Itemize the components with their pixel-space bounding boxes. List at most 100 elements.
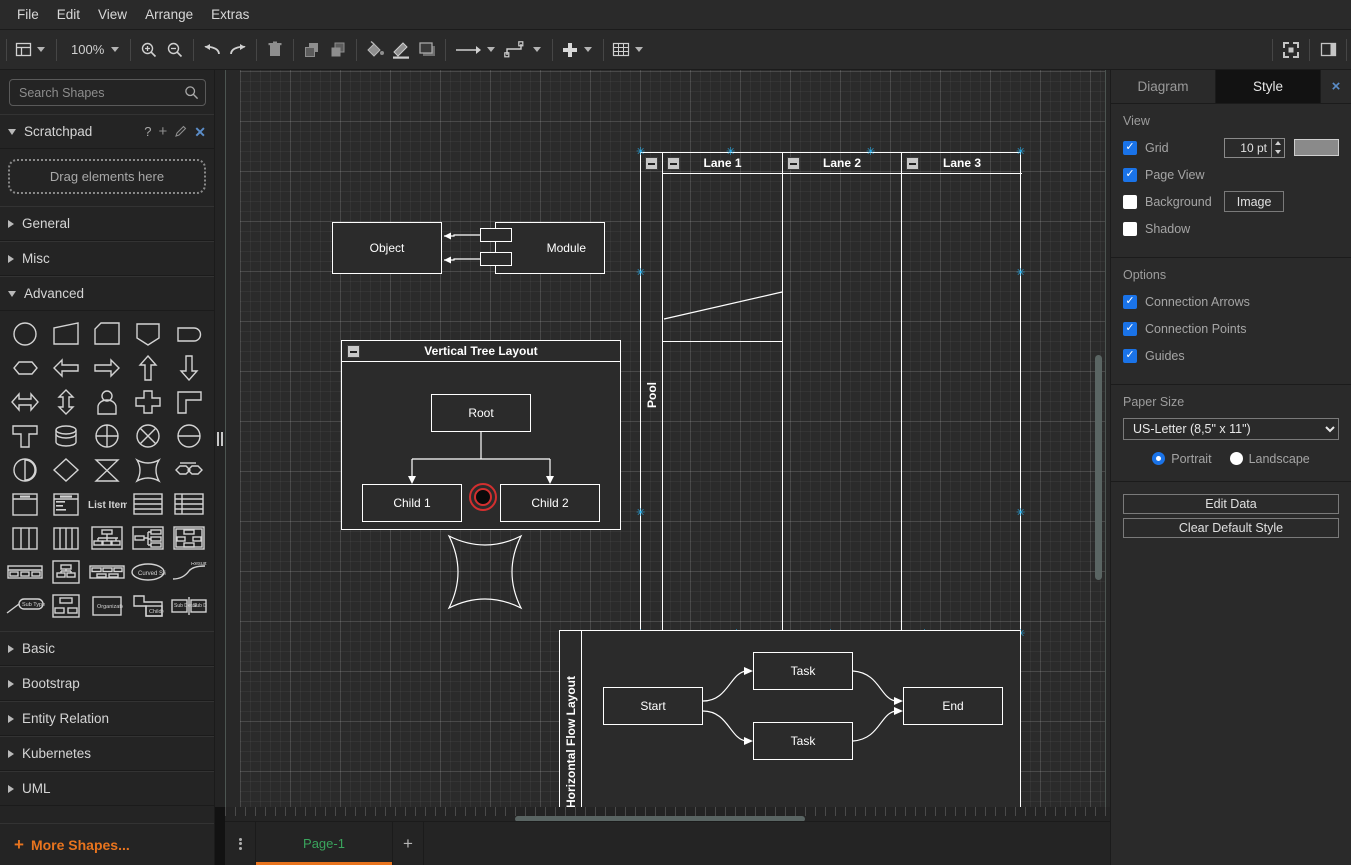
shape-circle-cross[interactable] bbox=[128, 419, 169, 453]
shape-columns-3[interactable] bbox=[4, 521, 45, 555]
checkbox-background[interactable] bbox=[1123, 195, 1137, 209]
container-pool[interactable]: Pool Lane 1 Lane 2 bbox=[640, 152, 1021, 637]
search-icon[interactable] bbox=[184, 85, 207, 100]
edit-data-button[interactable]: Edit Data bbox=[1123, 494, 1339, 514]
checkbox-page-view[interactable] bbox=[1123, 168, 1137, 182]
zoom-in-button[interactable] bbox=[136, 36, 162, 64]
connection-point[interactable]: ✳ bbox=[636, 148, 645, 157]
shape-tree-right[interactable] bbox=[128, 521, 169, 555]
table-button[interactable] bbox=[609, 36, 649, 64]
shape-vertical-tree[interactable] bbox=[45, 555, 86, 589]
pool-lane-3[interactable]: Lane 3 bbox=[902, 153, 1022, 636]
shape-arrow-horizontal[interactable] bbox=[4, 385, 45, 419]
shape-pentagon-down[interactable] bbox=[128, 317, 169, 351]
container-vertical-tree[interactable]: Vertical Tree Layout Root Child 1 Child … bbox=[341, 340, 621, 530]
fill-color-button[interactable] bbox=[362, 36, 388, 64]
sidebar-section-advanced[interactable]: Advanced bbox=[0, 276, 214, 311]
shape-actor[interactable] bbox=[86, 385, 127, 419]
shape-ellipse-label[interactable]: Curved Slice bbox=[128, 555, 169, 589]
paper-size-select[interactable]: US-Letter (8,5" x 11") bbox=[1123, 418, 1339, 440]
checkbox-grid[interactable] bbox=[1123, 141, 1137, 155]
shape-chain[interactable] bbox=[169, 453, 210, 487]
section-header-scratchpad[interactable]: Scratchpad ? + ✕ bbox=[0, 114, 214, 149]
shape-concave-star-canvas[interactable] bbox=[445, 532, 525, 612]
delete-button[interactable] bbox=[262, 36, 288, 64]
grid-size-input[interactable] bbox=[1224, 138, 1272, 158]
zoom-level-button[interactable]: 100% bbox=[62, 36, 125, 64]
shape-object[interactable]: Object bbox=[332, 222, 442, 274]
shape-rounded-right[interactable] bbox=[169, 317, 210, 351]
sidebar-section-kubernetes[interactable]: Kubernetes bbox=[0, 736, 214, 771]
lane-collapse-icon[interactable] bbox=[787, 157, 800, 170]
sidebar-section-bootstrap[interactable]: Bootstrap bbox=[0, 666, 214, 701]
to-front-button[interactable] bbox=[299, 36, 325, 64]
shape-hierarchy[interactable] bbox=[45, 589, 86, 623]
container-horizontal-flow[interactable]: Horizontal Flow Layout Start Task Task E… bbox=[559, 630, 1021, 807]
shape-side-by-side[interactable]: Sub DetailSub Detail bbox=[169, 589, 210, 623]
pool-lane-2[interactable]: Lane 2 bbox=[783, 153, 902, 636]
shape-concave-star[interactable] bbox=[128, 453, 169, 487]
close-icon[interactable]: × bbox=[1321, 70, 1351, 103]
checkbox-guides[interactable] bbox=[1123, 349, 1137, 363]
shape-table-grid[interactable] bbox=[169, 487, 210, 521]
shape-curve-label[interactable]: Result bbox=[169, 555, 210, 589]
shape-cylinder[interactable] bbox=[45, 419, 86, 453]
connection-point[interactable]: ✳ bbox=[1016, 509, 1025, 518]
shape-list-item[interactable]: List Item bbox=[86, 487, 127, 521]
tab-diagram[interactable]: Diagram bbox=[1111, 70, 1215, 103]
shape-window[interactable] bbox=[4, 487, 45, 521]
undo-button[interactable] bbox=[199, 36, 225, 64]
more-shapes-button[interactable]: + More Shapes... bbox=[0, 823, 214, 865]
checkbox-connection-arrows[interactable] bbox=[1123, 295, 1137, 309]
pool-lane-1[interactable]: Lane 1 bbox=[663, 153, 783, 636]
help-icon[interactable]: ? bbox=[144, 125, 151, 138]
connection-point[interactable]: ✳ bbox=[866, 148, 875, 157]
shape-cut-corner[interactable] bbox=[86, 317, 127, 351]
shape-arrow-down[interactable] bbox=[169, 351, 210, 385]
fullscreen-button[interactable] bbox=[1278, 36, 1304, 64]
line-color-button[interactable] bbox=[388, 36, 414, 64]
checkbox-connection-points[interactable] bbox=[1123, 322, 1137, 336]
grid-size-stepper[interactable] bbox=[1272, 138, 1285, 158]
close-icon[interactable]: ✕ bbox=[194, 125, 206, 139]
shape-table-row[interactable] bbox=[4, 555, 45, 589]
shape-circle-quartered[interactable] bbox=[86, 419, 127, 453]
sidebar-section-basic[interactable]: Basic bbox=[0, 631, 214, 666]
shape-circle[interactable] bbox=[4, 317, 45, 351]
grid-color-swatch[interactable] bbox=[1294, 139, 1339, 156]
sidebar-section-general[interactable]: General bbox=[0, 206, 214, 241]
shape-arrow-left[interactable] bbox=[45, 351, 86, 385]
connection-point[interactable]: ✳ bbox=[636, 269, 645, 278]
connection-point[interactable]: ✳ bbox=[636, 509, 645, 518]
menu-extras[interactable]: Extras bbox=[202, 3, 258, 26]
redo-button[interactable] bbox=[225, 36, 251, 64]
to-back-button[interactable] bbox=[325, 36, 351, 64]
shape-flow-layout[interactable] bbox=[169, 521, 210, 555]
connection-point[interactable]: ✳ bbox=[726, 148, 735, 157]
page-menu-icon[interactable] bbox=[225, 822, 256, 865]
shape-line-label[interactable]: Sub Type bbox=[4, 589, 45, 623]
shape-columns-4[interactable] bbox=[45, 521, 86, 555]
shape-corner[interactable] bbox=[169, 385, 210, 419]
format-panel-button[interactable] bbox=[1315, 36, 1341, 64]
shape-table-rows[interactable] bbox=[128, 487, 169, 521]
search-shapes-box[interactable] bbox=[9, 79, 206, 106]
shape-form[interactable] bbox=[45, 487, 86, 521]
add-icon[interactable]: + bbox=[159, 124, 168, 139]
shape-arrow-right[interactable] bbox=[86, 351, 127, 385]
radio-landscape[interactable] bbox=[1230, 452, 1243, 465]
stepper-up[interactable] bbox=[1272, 139, 1284, 148]
waypoints-button[interactable] bbox=[501, 36, 547, 64]
add-page-button[interactable]: + bbox=[393, 822, 424, 865]
connection-arrow-button[interactable] bbox=[451, 36, 501, 64]
search-input[interactable] bbox=[10, 86, 184, 100]
lane-collapse-icon[interactable] bbox=[906, 157, 919, 170]
shape-container[interactable]: Organization bbox=[86, 589, 127, 623]
page-tab-page-1[interactable]: Page-1 bbox=[256, 822, 393, 865]
tab-style[interactable]: Style bbox=[1215, 70, 1321, 103]
connection-point[interactable]: ✳ bbox=[1016, 269, 1025, 278]
diagram-canvas[interactable]: Object Module Vertical Tree Layout bbox=[225, 70, 1110, 807]
shadow-button[interactable] bbox=[414, 36, 440, 64]
shape-hourglass[interactable] bbox=[86, 453, 127, 487]
shape-circle-split[interactable] bbox=[4, 453, 45, 487]
